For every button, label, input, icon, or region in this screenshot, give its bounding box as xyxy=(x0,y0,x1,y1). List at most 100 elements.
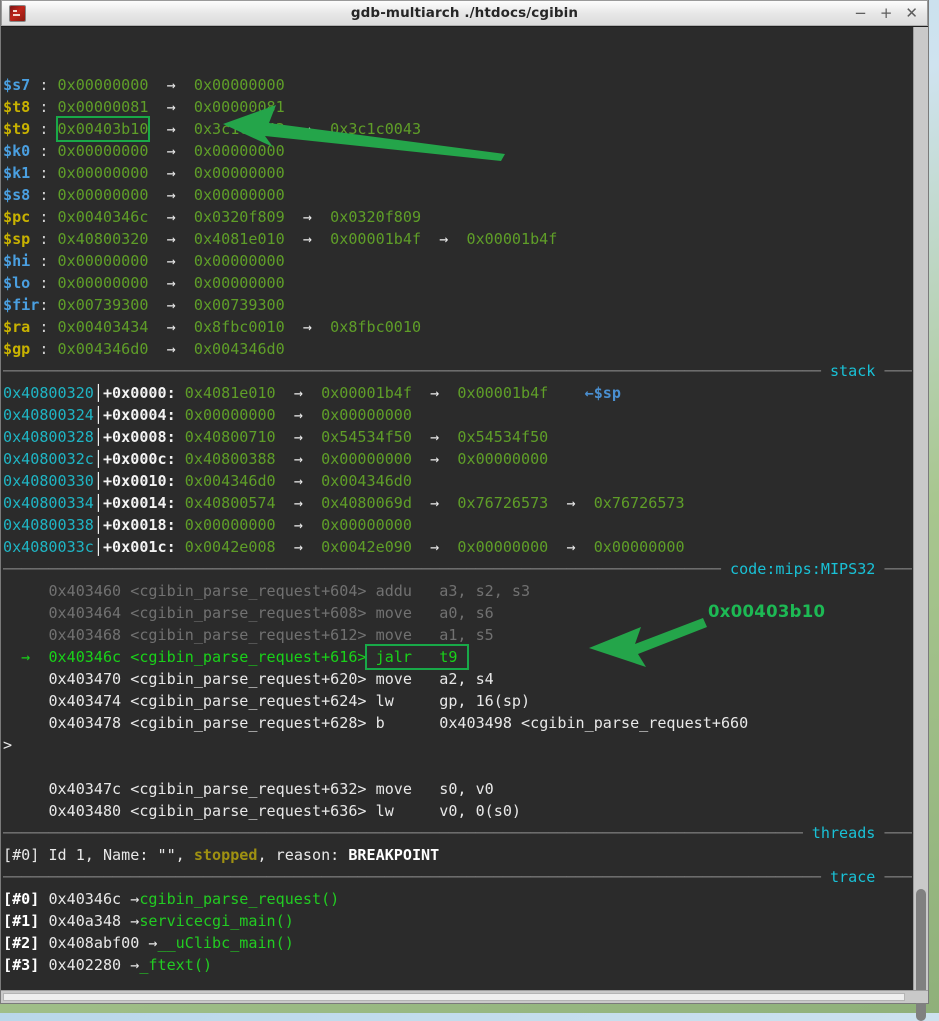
threads-section-header: ────────────────────────────────────────… xyxy=(3,824,912,842)
instruction-symbol: <cgibin_parse_request+612> xyxy=(130,626,367,644)
register-value: 0x004346d0 xyxy=(193,340,285,358)
register-value: 0x00739300 xyxy=(193,296,285,314)
maximize-button[interactable]: + xyxy=(880,5,893,21)
stack-offset: +0x0014: xyxy=(102,494,176,512)
register-value: 0x8fbc0010 xyxy=(193,318,285,336)
deref-arrow-icon: → xyxy=(148,186,194,204)
trace-section-header: ────────────────────────────────────────… xyxy=(3,868,912,886)
instruction-operands: a1, s5 xyxy=(439,626,494,644)
register-row: $k1 : 0x00000000 → 0x00000000 xyxy=(3,164,285,182)
deref-arrow-icon: → xyxy=(284,208,331,226)
sp-marker: ←$sp xyxy=(548,384,621,402)
trace-function: cgibin_parse_request() xyxy=(139,890,340,908)
register-value: 0x00000000 xyxy=(57,164,149,182)
current-instruction-arrow-icon xyxy=(3,802,48,820)
instruction-operands: gp, 16(sp) xyxy=(439,692,531,710)
trace-arrow-icon: → xyxy=(130,890,140,908)
register-value: 0x00000000 xyxy=(193,274,285,292)
disassembly-row: 0x403480 <cgibin_parse_request+636> lw v… xyxy=(3,800,913,822)
register-value: 0x00001b4f xyxy=(466,230,558,248)
stack-address: 0x4080033c xyxy=(3,538,94,556)
instruction-operands: 0x403498 <cgibin_parse_request+660 xyxy=(439,714,749,732)
minimize-button[interactable]: − xyxy=(854,5,867,21)
disassembly-row-wrap: > xyxy=(3,736,13,754)
horizontal-scrollbar[interactable] xyxy=(1,990,928,1003)
instruction-symbol: <cgibin_parse_request+608> xyxy=(130,604,367,622)
stack-value: 0x00000000 xyxy=(184,406,276,424)
trace-index: [#0] xyxy=(3,890,40,908)
register-value: 0x0320f809 xyxy=(330,208,422,226)
stack-row: 0x40800334│+0x0014: 0x40800574 → 0x40800… xyxy=(3,494,685,512)
instruction-symbol: <cgibin_parse_request+620> xyxy=(130,670,367,688)
thread-state: stopped xyxy=(193,846,258,864)
stack-row: 0x40800324│+0x0004: 0x00000000 → 0x00000… xyxy=(3,406,412,424)
register-value: 0x00000000 xyxy=(57,252,149,270)
stack-offset: +0x0008: xyxy=(102,428,176,446)
code-section-header: ────────────────────────────────────────… xyxy=(3,560,912,578)
register-name: $k0 xyxy=(3,142,40,160)
stack-offset: +0x0004: xyxy=(102,406,176,424)
deref-arrow-icon: → xyxy=(275,494,322,512)
disassembly-row: 0x403464 <cgibin_parse_request+608> move… xyxy=(3,602,913,624)
deref-arrow-icon: → xyxy=(411,494,458,512)
close-button[interactable]: ✕ xyxy=(905,5,918,21)
horizontal-scrollbar-thumb[interactable] xyxy=(3,993,905,1001)
trace-index: [#1] xyxy=(3,912,40,930)
current-instruction-arrow-icon xyxy=(3,582,48,600)
register-name: $fir xyxy=(3,296,40,314)
instruction-symbol: <cgibin_parse_request+636> xyxy=(130,802,367,820)
current-instruction-arrow-icon xyxy=(3,670,48,688)
stack-value: 0x004346d0 xyxy=(184,472,276,490)
stack-value: 0x00000000 xyxy=(457,538,549,556)
stack-row: 0x40800328│+0x0008: 0x40800710 → 0x54534… xyxy=(3,428,549,446)
stack-value: 0x00000000 xyxy=(321,516,412,534)
instruction-symbol: <cgibin_parse_request+604> xyxy=(130,582,367,600)
stack-value: 0x0042e090 xyxy=(321,538,412,556)
deref-arrow-icon: → xyxy=(548,538,594,556)
register-value: 0x00000000 xyxy=(57,142,149,160)
deref-arrow-icon: → xyxy=(275,384,322,402)
current-instruction-arrow-icon xyxy=(3,692,48,710)
window-controls: − + ✕ xyxy=(854,5,918,21)
deref-arrow-icon: → xyxy=(275,472,322,490)
stack-value: 0x00000000 xyxy=(321,450,412,468)
instruction-address: 0x403460 xyxy=(48,582,122,600)
terminal-output[interactable]: $s7 : 0x00000000 → 0x00000000 $t8 : 0x000… xyxy=(1,27,913,990)
register-name: $pc xyxy=(3,208,40,226)
trace-row: [#3] 0x402280 →_ftext() xyxy=(3,954,913,976)
trace-index: [#3] xyxy=(3,956,40,974)
title-bar[interactable]: gdb-multiarch ./htdocs/cgibin − + ✕ xyxy=(1,0,928,26)
stack-row: 0x4080033c│+0x001c: 0x0042e008 → 0x0042e… xyxy=(3,538,685,556)
section-label: trace xyxy=(829,868,876,886)
register-value: 0x00000000 xyxy=(193,252,285,270)
stack-value: 0x00000000 xyxy=(184,516,276,534)
register-value: 0x00000000 xyxy=(57,274,149,292)
current-instruction-arrow-icon xyxy=(3,714,48,732)
register-value: 0x00403434 xyxy=(57,318,149,336)
register-value: 0x00000000 xyxy=(193,164,285,182)
stack-value: 0x76726573 xyxy=(457,494,549,512)
instruction-symbol: <cgibin_parse_request+616> xyxy=(130,648,367,666)
deref-arrow-icon: → xyxy=(148,252,194,270)
stack-value: 0x4081e010 xyxy=(184,384,276,402)
stack-value: 0x00000000 xyxy=(593,538,685,556)
instruction-address: 0x403470 xyxy=(48,670,122,688)
deref-arrow-icon: → xyxy=(421,230,467,248)
stack-value: 0x00000000 xyxy=(457,450,549,468)
trace-function: servicecgi_main() xyxy=(139,912,294,930)
trace-address: 0x408abf00 xyxy=(39,934,149,952)
register-value: 0x00000000 xyxy=(193,186,285,204)
register-row: $s7 : 0x00000000 → 0x00000000 xyxy=(3,76,285,94)
register-name: $hi xyxy=(3,252,40,270)
vertical-scrollbar[interactable] xyxy=(913,27,928,1021)
trace-function: __uClibc_main() xyxy=(157,934,294,952)
disassembly-row: → 0x40346c <cgibin_parse_request+616> ja… xyxy=(3,644,913,670)
deref-arrow-icon: → xyxy=(148,318,194,336)
stack-address: 0x40800330 xyxy=(3,472,94,490)
stack-value: 0x76726573 xyxy=(593,494,685,512)
stack-value: 0x00001b4f xyxy=(321,384,412,402)
stack-offset: +0x0000: xyxy=(102,384,176,402)
instruction-mnemonic: move xyxy=(375,780,440,798)
register-value: 0x00739300 xyxy=(57,296,149,314)
